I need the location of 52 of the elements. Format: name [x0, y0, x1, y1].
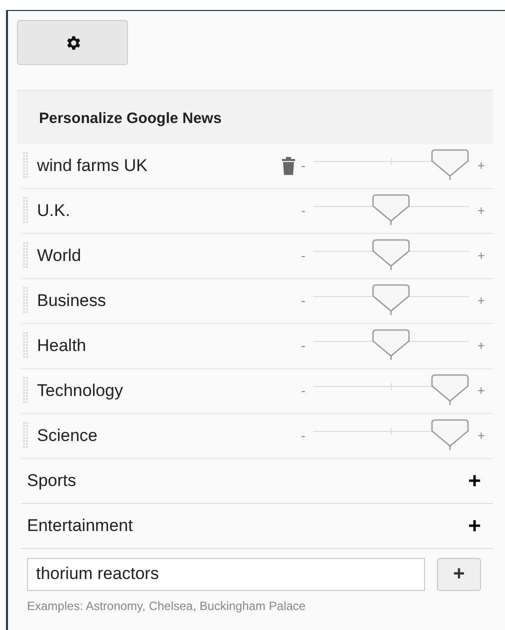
slider-thumb[interactable]: [372, 328, 410, 360]
add-button[interactable]: +: [437, 558, 481, 590]
topic-label: Health: [37, 334, 86, 357]
decrease-label: -: [301, 246, 306, 265]
topic-label: wind farms UK: [37, 154, 148, 177]
slider-track[interactable]: [313, 194, 470, 228]
topic-label: Technology: [37, 380, 124, 402]
drag-handle-icon[interactable]: [23, 242, 29, 270]
slider-track[interactable]: [313, 148, 470, 182]
topic-label: World: [37, 244, 82, 267]
drag-handle-icon[interactable]: [23, 422, 29, 450]
drag-handle-icon[interactable]: [23, 152, 29, 180]
increase-label: +: [477, 382, 485, 400]
increase-label: +: [477, 202, 485, 220]
examples-hint: Examples: Astronomy, Chelsea, Buckingham Palace: [27, 598, 307, 614]
add-topic-button[interactable]: +: [468, 470, 481, 492]
trash-icon[interactable]: [282, 156, 296, 174]
decrease-label: -: [301, 292, 306, 310]
slider-track[interactable]: [313, 418, 470, 452]
topic-label: Sports: [27, 470, 76, 492]
slider-track[interactable]: [313, 328, 470, 362]
slider-thumb[interactable]: [372, 284, 410, 316]
drag-handle-icon[interactable]: [23, 196, 29, 224]
slider-thumb[interactable]: [372, 238, 410, 270]
topic-label: Business: [37, 290, 106, 312]
slider-thumb[interactable]: [431, 148, 470, 180]
topic-label: U.K.: [37, 200, 70, 222]
drag-handle-icon[interactable]: [23, 286, 29, 314]
topic-label: Science: [37, 424, 98, 447]
slider-track[interactable]: [313, 374, 470, 408]
topic-label: Entertainment: [27, 514, 133, 537]
drag-handle-icon[interactable]: [23, 376, 29, 404]
slider-track[interactable]: [313, 238, 470, 272]
slider-thumb[interactable]: [431, 374, 470, 406]
decrease-label: -: [301, 426, 306, 445]
settings-button[interactable]: [17, 20, 128, 65]
add-topic-button[interactable]: +: [468, 514, 481, 536]
drag-handle-icon[interactable]: [23, 332, 29, 360]
decrease-label: -: [301, 336, 306, 355]
increase-label: +: [477, 156, 485, 175]
decrease-label: -: [301, 382, 306, 400]
increase-label: +: [477, 246, 485, 265]
increase-label: +: [477, 292, 485, 310]
topic-input[interactable]: thorium reactors: [27, 558, 425, 590]
decrease-label: -: [301, 156, 306, 175]
slider-thumb[interactable]: [431, 418, 470, 450]
panel-title: Personalize Google News: [38, 109, 223, 129]
increase-label: +: [477, 336, 485, 355]
slider-track[interactable]: [313, 284, 470, 318]
slider-thumb[interactable]: [372, 194, 410, 226]
increase-label: +: [477, 426, 485, 445]
decrease-label: -: [301, 202, 306, 220]
